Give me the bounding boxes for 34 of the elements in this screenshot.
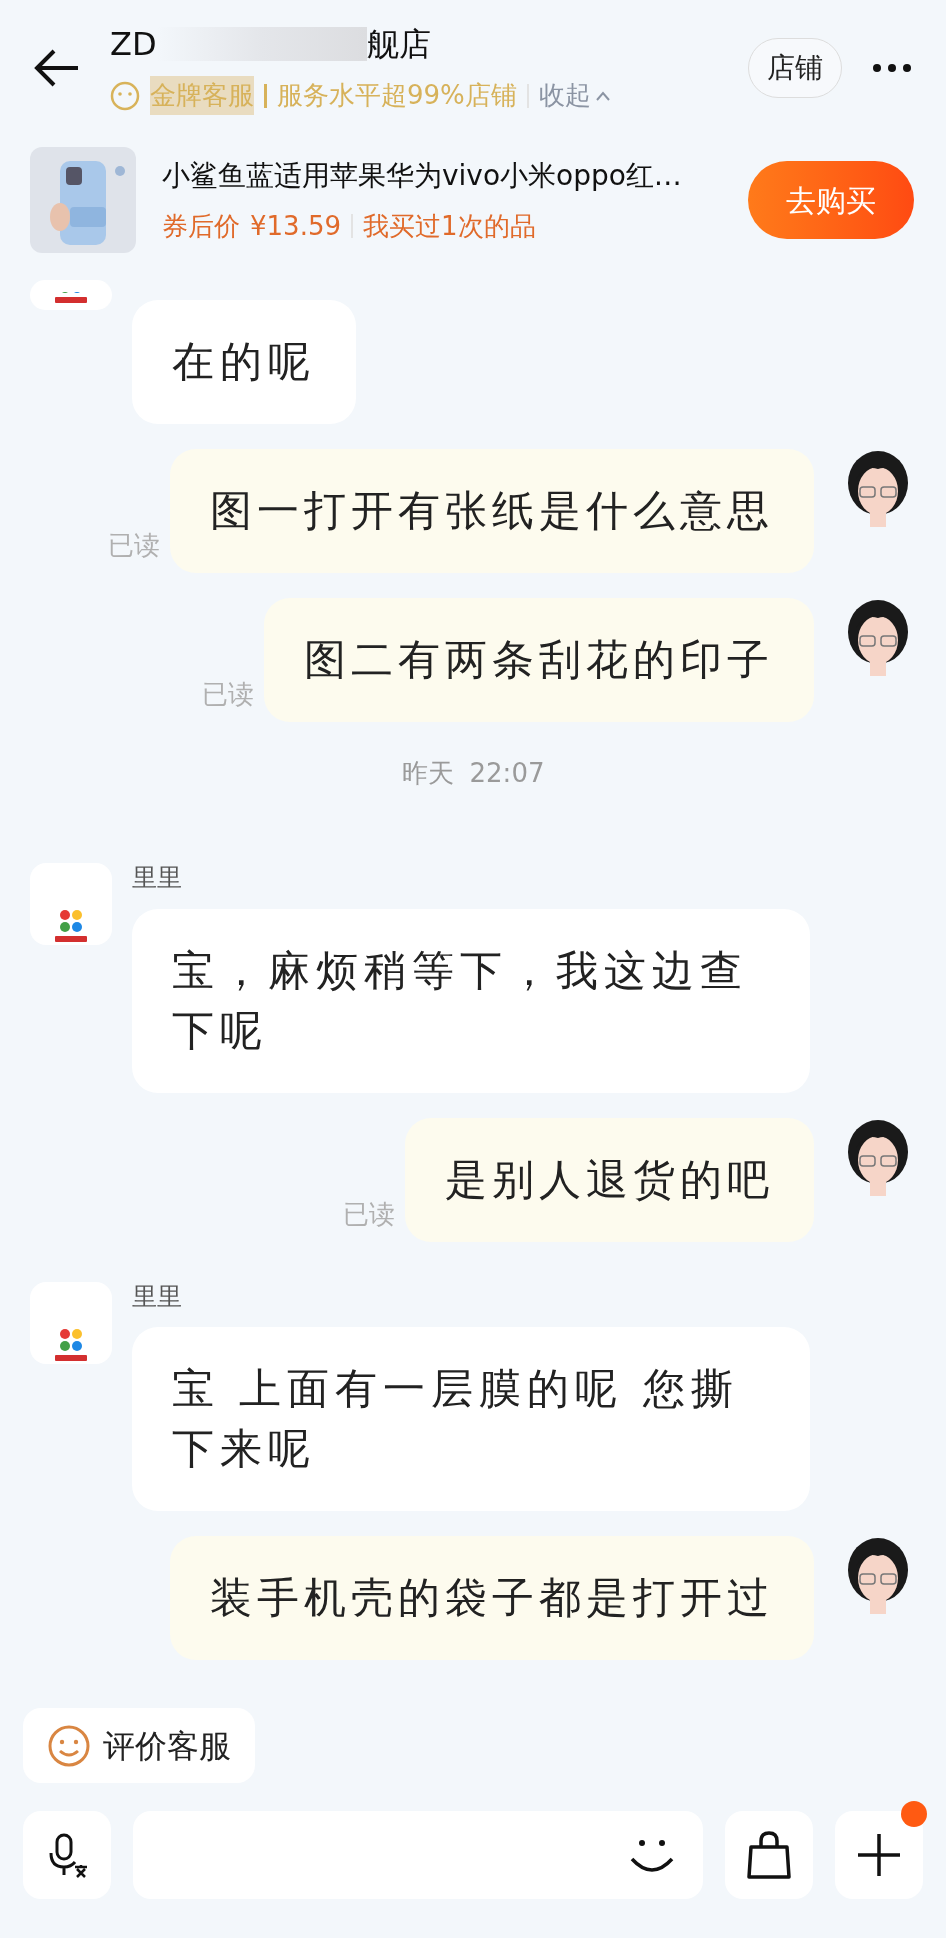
read-receipt: 已读 <box>202 678 254 711</box>
message-bubble: 在的呢 <box>132 300 356 424</box>
message-bubble: 图二有两条刮花的印子 <box>264 598 814 722</box>
shop-title: ZD <box>110 24 157 65</box>
smiley-icon <box>110 80 140 111</box>
purchase-history: 我买过1次的品 <box>363 209 536 243</box>
message-bubble: 装手机壳的袋子都是打开过 <box>170 1536 814 1660</box>
timestamp-day: 昨天 <box>401 754 454 793</box>
sender-name: 里里 <box>132 862 183 894</box>
plus-button[interactable] <box>835 1811 923 1899</box>
message-bubble: 宝，麻烦稍等下，我这边查下呢 <box>132 908 810 1093</box>
rate-service-button[interactable]: 评价客服 <box>23 1708 255 1783</box>
message-input[interactable] <box>133 1811 703 1899</box>
sender-name: 里里 <box>132 1280 183 1313</box>
read-receipt: 已读 <box>108 529 160 562</box>
shopping-bag-button[interactable] <box>725 1811 813 1899</box>
price-label: 券后价 <box>162 209 240 243</box>
message-bubble: 是别人退货的吧 <box>405 1117 814 1242</box>
chevron-up-icon <box>594 89 611 102</box>
service-badge: 金牌客服 <box>150 76 254 115</box>
timestamp-time: 22:07 <box>469 757 545 790</box>
message-bubble: 图一打开有张纸是什么意思 <box>170 449 814 573</box>
message-bubble: 宝 上面有一层膜的呢 您撕下来呢 <box>132 1327 810 1511</box>
store-button[interactable]: 店铺 <box>748 37 842 98</box>
product-title: 小鲨鱼蓝适用苹果华为vivo小米oppo红… <box>162 157 683 194</box>
smiley-icon <box>47 1723 91 1768</box>
price: ¥13.59 <box>250 209 341 243</box>
service-level: 服务水平超99%店铺 <box>277 79 517 112</box>
plus-icon <box>856 1832 902 1878</box>
more-icon[interactable] <box>872 62 912 73</box>
voice-input-button[interactable] <box>23 1811 111 1899</box>
shop-title: 舰店 <box>366 24 431 65</box>
read-receipt: 已读 <box>343 1197 395 1231</box>
back-arrow-icon[interactable] <box>34 47 80 88</box>
